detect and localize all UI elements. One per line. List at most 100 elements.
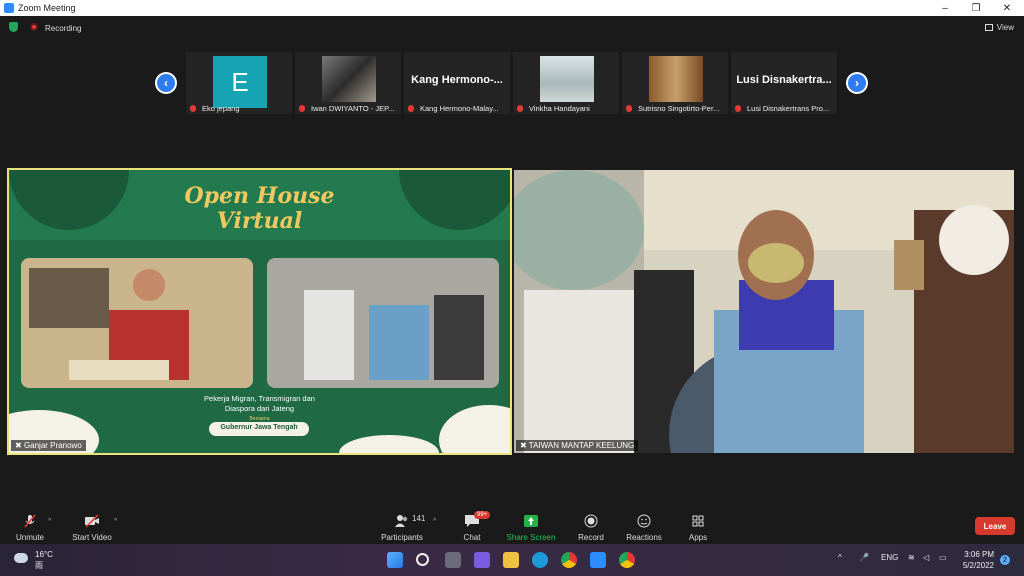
slide-small-label: Bersama [249,416,270,422]
slide-title: Open House Virtual [9,184,510,234]
chevron-right-icon: › [848,74,866,92]
zoom-app-icon[interactable] [590,552,606,568]
view-button[interactable]: View [984,23,1014,32]
participants-icon [395,515,408,527]
gallery-prev-button[interactable]: ‹ [155,72,177,94]
wifi-icon[interactable]: ≋ [908,553,915,562]
windows-taskbar: 16°C 雨 ^ 🎤 ENG ≋ ◁ ▭ 3:06 PM 5/2/2022 2 [0,544,1024,576]
participant-tile[interactable]: Sutrisno Singotirto-Per... [622,52,728,114]
task-view-icon[interactable] [445,552,461,568]
maximize-button[interactable]: ❐ [961,0,991,16]
participant-name: Iwan DWIYANTO - JEP... [311,104,395,113]
chat-badge: 99+ [474,511,491,519]
language-indicator[interactable]: ENG [881,553,898,562]
audio-options-caret-icon[interactable]: ^ [48,518,51,525]
record-label: Record [578,533,604,542]
participant-display-name: Lusi Disnakertra... [736,74,832,86]
muted-mic-icon [24,514,36,528]
video-tile-active-speaker[interactable]: Open House Virtual Pekerja Migran, Trans… [7,168,512,455]
record-icon [584,514,598,528]
recording-icon [30,23,38,31]
participant-name: Lusi Disnakertrans Pro... [747,104,830,113]
video-off-icon [85,514,99,528]
unmute-label: Unmute [15,533,44,542]
participant-tile[interactable]: Iwan DWIYANTO - JEP... [295,52,401,114]
clock[interactable]: 3:06 PM 5/2/2022 [963,549,994,571]
slide-caption-line1: Pekerja Migran, Transmigran dan [204,394,315,403]
volume-icon[interactable]: ◁ [923,553,929,562]
participant-name: Vinkha Handayani [529,104,590,113]
weather-widget[interactable]: 16°C 雨 [35,549,53,571]
muted-mic-icon: ✖ [520,441,529,450]
participant-video-thumbnail [649,56,703,102]
chrome-icon[interactable] [619,552,635,568]
security-shield-icon[interactable] [9,22,18,32]
participant-tile[interactable]: E Eko jepang [186,52,292,114]
weather-cloud-icon[interactable] [14,553,28,563]
apps-label: Apps [688,533,708,542]
participant-strip: E Eko jepang Iwan DWIYANTO - JEP... Kang… [186,52,838,114]
leave-button[interactable]: Leave [975,517,1015,535]
microphone-tray-icon[interactable]: 🎤 [859,553,869,562]
participant-display-name: Kang Hermono-... [411,74,503,86]
window-title: Zoom Meeting [18,3,76,13]
participants-button[interactable]: 141 Participants [372,506,432,544]
share-screen-label: Share Screen [506,533,556,542]
reactions-smiley-icon [637,514,651,528]
participants-label: Participants [381,533,423,542]
unmute-button[interactable]: Unmute [0,506,60,544]
apps-button[interactable]: Apps [668,506,728,544]
participants-caret-icon[interactable]: ^ [433,518,436,525]
chat-label: Chat [463,533,481,542]
slide-caption: Pekerja Migran, Transmigran dan Diaspora… [9,394,510,414]
video-options-caret-icon[interactable]: ^ [114,518,117,525]
video-tile[interactable]: ✖ TAIWAN MANTAP KEELUNG [514,170,1014,453]
participant-name: Eko jepang [202,104,240,113]
video-name: TAIWAN MANTAP KEELUNG [528,441,635,450]
start-video-button[interactable]: Start Video [62,506,122,544]
participant-video-thumbnail [540,56,594,102]
windows-start-icon[interactable] [387,552,403,568]
avatar: E [213,56,267,108]
apps-icon [692,515,704,527]
close-button[interactable]: ✕ [992,0,1022,16]
record-button[interactable]: Record [561,506,621,544]
notification-badge[interactable]: 2 [1000,555,1010,565]
file-explorer-icon[interactable] [503,552,519,568]
edge-browser-icon[interactable] [532,552,548,568]
participant-video-thumbnail [322,56,376,102]
meeting-toolbar: Unmute ^ Start Video ^ 141 Participants … [0,506,1024,544]
video-name-label: ✖ Ganjar Pranowo [11,440,86,451]
chevron-left-icon: ‹ [157,74,175,92]
share-screen-icon [524,515,538,527]
search-icon[interactable] [416,553,429,566]
view-label: View [996,23,1014,32]
slide-title-line2: Virtual [216,208,303,234]
clock-date: 5/2/2022 [962,561,994,570]
participant-tile[interactable]: Vinkha Handayani [513,52,619,114]
recording-label: Recording [45,24,82,33]
teams-chat-icon[interactable] [474,552,490,568]
battery-icon[interactable]: ▭ [939,553,947,562]
slide-caption-line2: Diaspora dari Jateng [224,404,295,413]
minimize-button[interactable]: – [930,0,960,16]
chrome-icon[interactable] [561,552,577,568]
share-screen-button[interactable]: Share Screen [501,506,561,544]
participant-count: 141 [412,514,426,523]
weather-temp: 16°C [35,550,53,559]
participant-tile[interactable]: Kang Hermono-... Kang Hermono-Malay... [404,52,510,114]
gallery-next-button[interactable]: › [846,72,868,94]
zoom-logo-icon [4,3,14,13]
clock-time: 3:06 PM [964,550,994,559]
view-grid-icon [984,24,993,31]
participant-name: Sutrisno Singotirto-Per... [638,104,720,113]
chat-button[interactable]: 99+ Chat [442,506,502,544]
tray-overflow-chevron-icon[interactable]: ^ [838,553,842,562]
slide-tag: Gubernur Jawa Tengah [220,424,298,431]
start-video-label: Start Video [72,533,112,542]
participant-tile[interactable]: Lusi Disnakertra... Lusi Disnakertrans P… [731,52,837,114]
video-name-label: ✖ TAIWAN MANTAP KEELUNG [516,440,639,451]
window-titlebar: Zoom Meeting – ❐ ✕ [0,0,1024,16]
meeting-topbar: Recording View [0,16,1024,40]
reactions-button[interactable]: Reactions [614,506,674,544]
